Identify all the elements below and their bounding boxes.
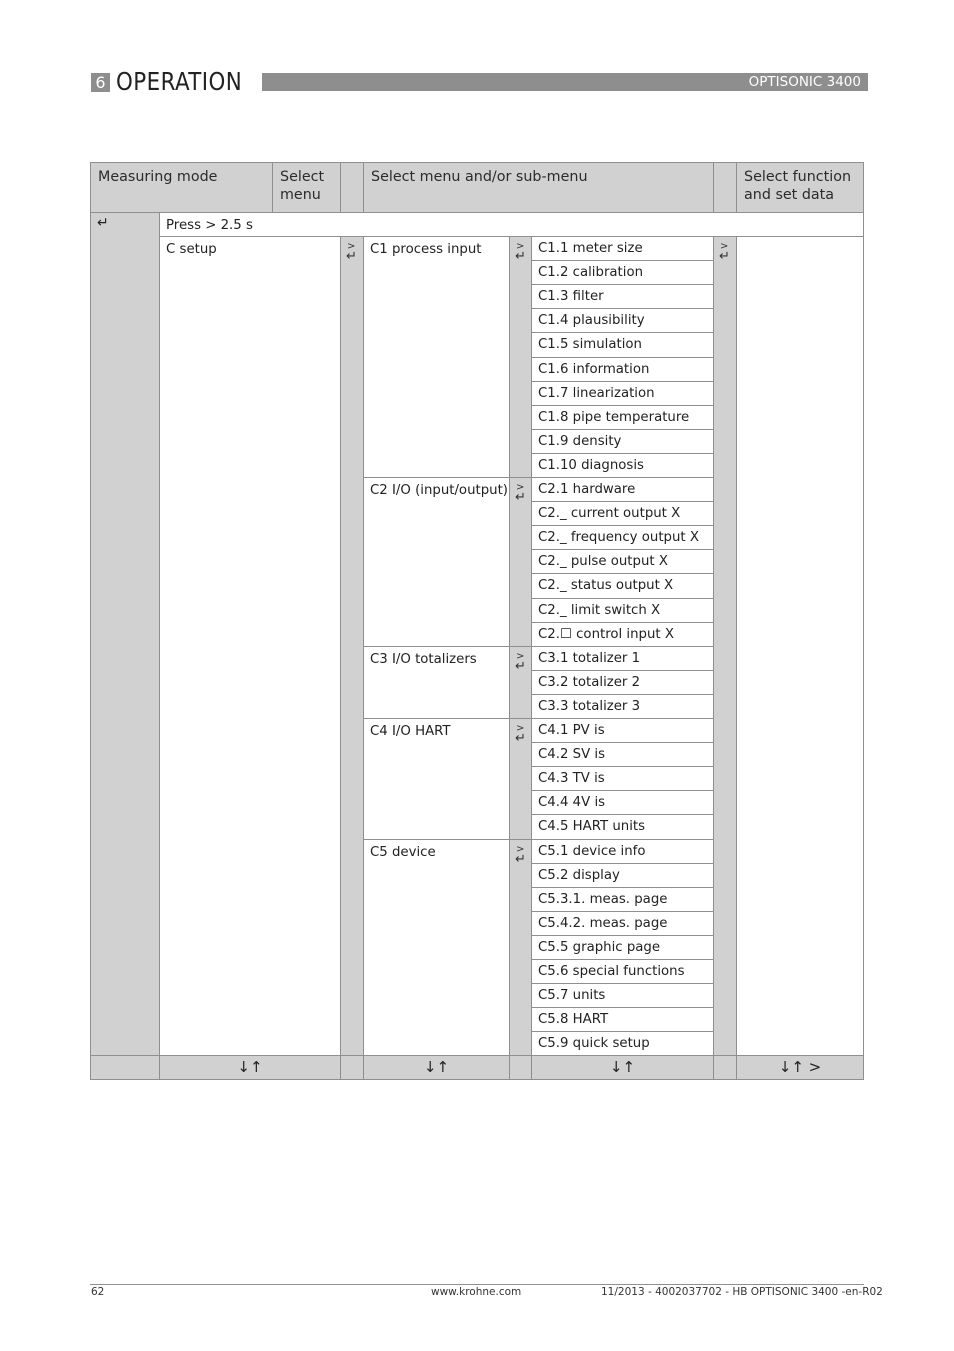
nav-submenu-arrows: ↓↑	[363, 1055, 510, 1080]
press-duration-row: Press > 2.5 s	[159, 212, 864, 237]
submenu-item[interactable]: C1.8 pipe temperature	[531, 405, 714, 430]
header-measuring-mode: Measuring mode	[90, 162, 273, 213]
function-arrow-column: > ↵	[713, 236, 737, 1056]
submenu-item[interactable]: C1.1 meter size	[531, 236, 714, 261]
enter-icon: ↵	[515, 659, 526, 674]
enter-icon: ↵	[515, 490, 526, 505]
footer-doc-ref: 11/2013 - 4002037702 - HB OPTISONIC 3400…	[601, 1286, 883, 1298]
header-select-menu: Select menu	[272, 162, 341, 213]
submenu-group-label[interactable]: C1 process input	[363, 236, 510, 478]
nav-function-arrows: ↓↑ >	[736, 1055, 864, 1080]
submenu-item[interactable]: C5.7 units	[531, 983, 714, 1008]
submenu-group-label[interactable]: C5 device	[363, 839, 510, 1057]
submenu-arrow-cell: > ↵	[509, 236, 532, 478]
submenu-item[interactable]: C1.9 density	[531, 429, 714, 454]
submenu-item[interactable]: C3.1 totalizer 1	[531, 646, 714, 671]
main-menu-c-setup[interactable]: C setup	[159, 236, 341, 1056]
submenu-item[interactable]: C5.2 display	[531, 863, 714, 888]
submenu-item[interactable]: C4.3 TV is	[531, 766, 714, 791]
nav-row-spacer	[340, 1055, 364, 1080]
footer-website[interactable]: www.krohne.com	[431, 1286, 521, 1299]
nav-row-spacer	[509, 1055, 532, 1080]
submenu-item[interactable]: C1.6 information	[531, 357, 714, 382]
nav-row-spacer	[713, 1055, 737, 1080]
menu-arrow-column: > ↵	[340, 236, 364, 1056]
submenu-group-label[interactable]: C2 I/O (input/output)	[363, 477, 510, 647]
submenu-item[interactable]: C3.3 totalizer 3	[531, 694, 714, 719]
submenu-group-label[interactable]: C4 I/O HART	[363, 718, 510, 840]
nav-row-spacer	[90, 1055, 160, 1080]
submenu-item[interactable]: C1.3 filter	[531, 284, 714, 309]
submenu-item[interactable]: C4.4 4V is	[531, 790, 714, 815]
submenu-item[interactable]: C1.4 plausibility	[531, 308, 714, 333]
enter-icon: ↵	[719, 249, 730, 264]
submenu-arrow-cell: > ↵	[509, 839, 532, 1057]
submenu-item[interactable]: C5.3.1. meas. page	[531, 887, 714, 912]
footer-divider	[90, 1284, 864, 1285]
submenu-item[interactable]: C1.5 simulation	[531, 332, 714, 358]
submenu-arrow-cell: > ↵	[509, 718, 532, 840]
nav-menu-arrows: ↓↑	[159, 1055, 341, 1080]
enter-icon: ↵	[515, 249, 526, 264]
submenu-item[interactable]: C2._ frequency output X	[531, 525, 714, 550]
enter-icon: ↵	[97, 215, 109, 231]
submenu-item[interactable]: C2._ current output X	[531, 501, 714, 526]
chapter-number: 6	[91, 73, 110, 92]
submenu-item[interactable]: C2.☐ control input X	[531, 622, 714, 647]
submenu-item[interactable]: C2._ pulse output X	[531, 549, 714, 574]
product-name-bar: OPTISONIC 3400	[262, 73, 868, 91]
submenu-item[interactable]: C1.7 linearization	[531, 381, 714, 406]
enter-icon: ↵	[346, 249, 357, 264]
enter-key-cell: ↵	[90, 212, 160, 1056]
enter-icon: ↵	[515, 852, 526, 867]
submenu-arrow-cell: > ↵	[509, 477, 532, 647]
submenu-item[interactable]: C2._ status output X	[531, 573, 714, 599]
submenu-arrow-cell: > ↵	[509, 646, 532, 719]
submenu-item[interactable]: C4.1 PV is	[531, 718, 714, 743]
enter-icon: ↵	[515, 731, 526, 746]
submenu-item[interactable]: C4.5 HART units	[531, 814, 714, 840]
header-select-submenu: Select menu and/or sub-menu	[363, 162, 714, 213]
submenu-item[interactable]: C5.8 HART	[531, 1007, 714, 1032]
submenu-item[interactable]: C5.9 quick setup	[531, 1031, 714, 1056]
submenu-item[interactable]: C1.10 diagnosis	[531, 453, 714, 478]
submenu-item[interactable]: C5.6 special functions	[531, 959, 714, 984]
submenu-group-label[interactable]: C3 I/O totalizers	[363, 646, 510, 719]
submenu-item[interactable]: C2._ limit switch X	[531, 598, 714, 623]
header-select-function: Select function and set data	[736, 162, 864, 213]
submenu-item[interactable]: C1.2 calibration	[531, 260, 714, 285]
function-data-cell	[736, 236, 864, 1056]
submenu-item[interactable]: C2.1 hardware	[531, 477, 714, 502]
submenu-item[interactable]: C4.2 SV is	[531, 742, 714, 767]
submenu-item[interactable]: C5.4.2. meas. page	[531, 911, 714, 936]
nav-item-arrows: ↓↑	[531, 1055, 714, 1080]
header-spacer	[340, 162, 364, 213]
submenu-item[interactable]: C3.2 totalizer 2	[531, 670, 714, 695]
submenu-item[interactable]: C5.1 device info	[531, 839, 714, 864]
chapter-title: OPERATION	[116, 67, 243, 96]
header-spacer	[713, 162, 737, 213]
submenu-item[interactable]: C5.5 graphic page	[531, 935, 714, 960]
page-number: 62	[91, 1286, 105, 1298]
